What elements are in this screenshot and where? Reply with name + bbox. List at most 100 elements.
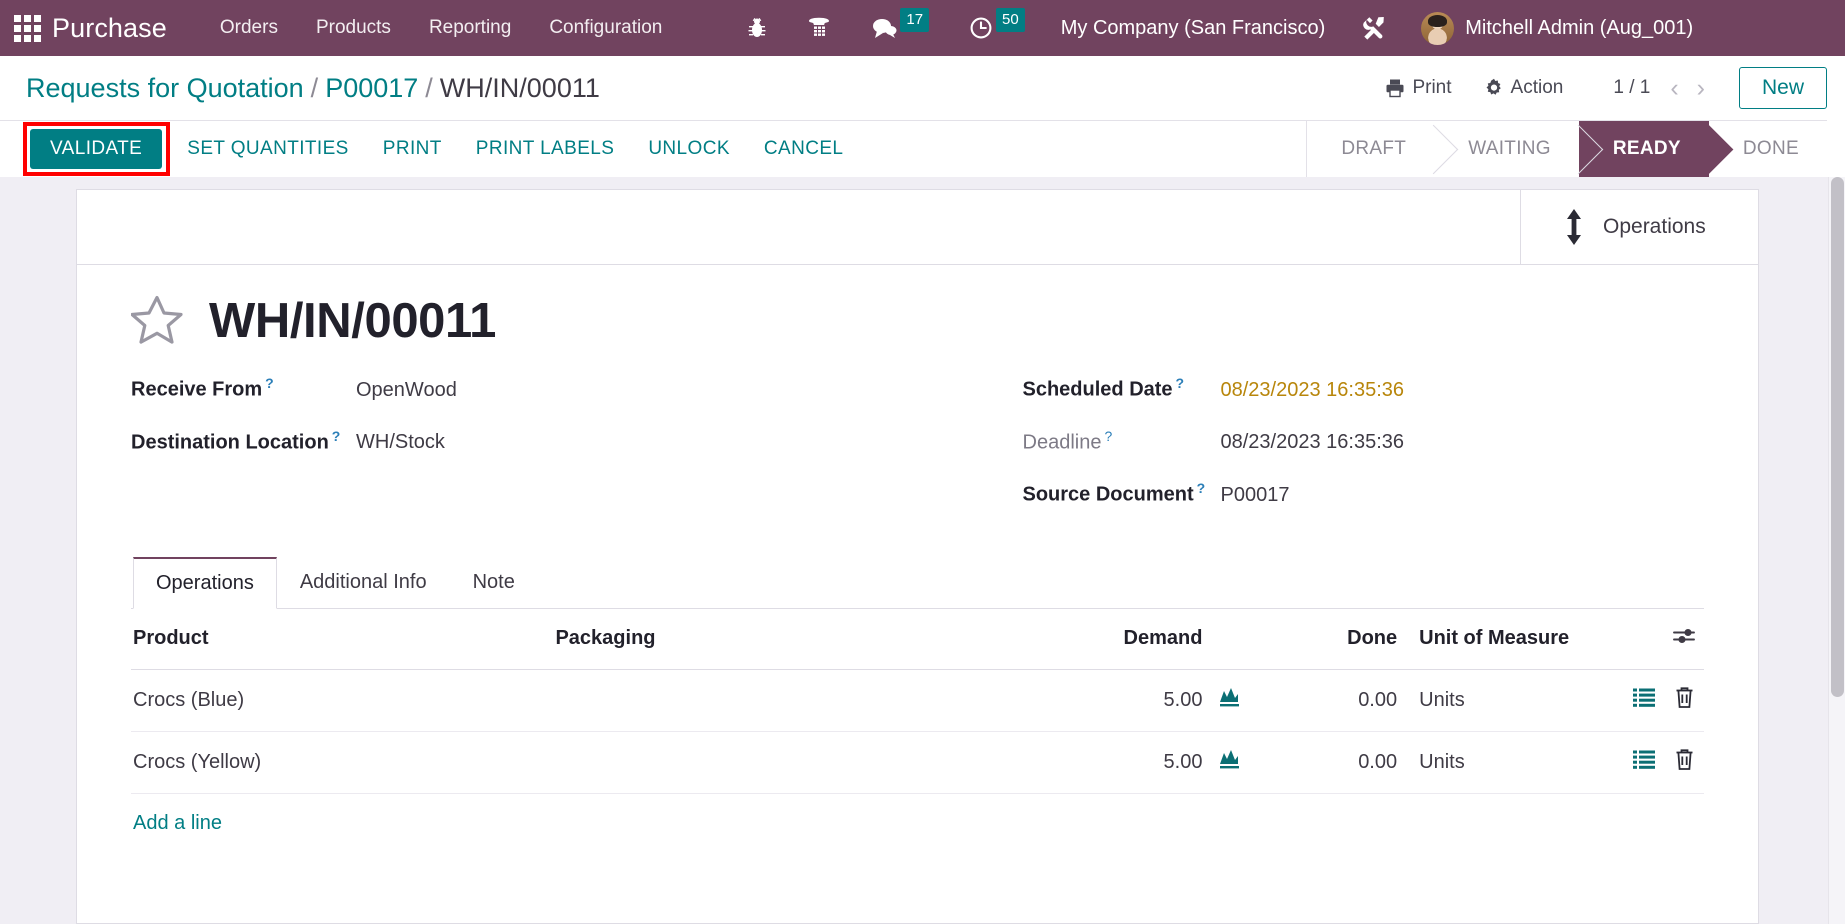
nav-item-configuration[interactable]: Configuration [530, 0, 681, 56]
cell-demand[interactable]: 5.00 [963, 669, 1211, 732]
print-action-button[interactable]: PRINT [366, 129, 459, 169]
user-menu[interactable]: Mitchell Admin (Aug_001) [1407, 11, 1693, 45]
cell-demand[interactable]: 5.00 [963, 731, 1211, 794]
print-button[interactable]: Print [1369, 71, 1467, 105]
scrollbar-thumb[interactable] [1831, 177, 1844, 697]
breadcrumb-root[interactable]: Requests for Quotation [26, 73, 304, 103]
gear-icon [1486, 78, 1501, 95]
pager-value[interactable]: 1 / 1 [1603, 77, 1660, 99]
help-tooltip-icon[interactable]: ? [1176, 375, 1185, 391]
vertical-scrollbar[interactable] [1828, 177, 1845, 924]
help-tooltip-icon[interactable]: ? [1197, 480, 1206, 496]
nav-item-products[interactable]: Products [297, 0, 410, 56]
chat-bubble-icon [873, 19, 897, 38]
trash-icon[interactable] [1674, 748, 1695, 771]
apps-grid-icon[interactable] [12, 13, 42, 43]
cell-delete-action[interactable] [1664, 731, 1704, 794]
cell-forecast[interactable] [1210, 669, 1251, 732]
cell-done[interactable]: 0.00 [1250, 669, 1406, 732]
cell-packaging[interactable] [547, 731, 964, 794]
dialpad-icon[interactable] [787, 0, 851, 56]
cell-packaging[interactable] [547, 669, 964, 732]
smart-button-bar: Operations [77, 190, 1758, 265]
action-button-bar: VALIDATE SET QUANTITIES PRINT PRINT LABE… [0, 120, 1827, 177]
trash-icon[interactable] [1674, 686, 1695, 709]
form-sheet-body: WH/IN/00011 Receive From? OpenWood Desti… [77, 265, 1758, 853]
printer-icon [1386, 79, 1404, 98]
tab-note[interactable]: Note [450, 557, 538, 609]
breadcrumb-separator: / [310, 72, 319, 103]
validate-button[interactable]: VALIDATE [30, 129, 163, 169]
operations-table-head: Product Packaging Demand Done Unit of Me… [131, 608, 1704, 670]
page-title: WH/IN/00011 [209, 294, 497, 348]
app-brand-purchase[interactable]: Purchase [52, 13, 167, 44]
help-tooltip-icon[interactable]: ? [265, 375, 274, 391]
field-receive-from: Receive From? OpenWood [131, 375, 918, 402]
new-button[interactable]: New [1738, 67, 1827, 109]
table-header-row: Product Packaging Demand Done Unit of Me… [131, 608, 1704, 670]
tab-operations[interactable]: Operations [133, 556, 277, 609]
list-icon[interactable] [1632, 687, 1656, 708]
status-stage-draft[interactable]: DRAFT [1307, 121, 1435, 177]
smart-button-operations[interactable]: Operations [1520, 190, 1758, 264]
cell-product[interactable]: Crocs (Blue) [131, 669, 548, 732]
help-tooltip-icon[interactable]: ? [1104, 428, 1112, 444]
cancel-button[interactable]: CANCEL [747, 129, 860, 169]
chevron-left-icon[interactable]: ‹ [1662, 75, 1686, 101]
field-destination-location-label: Destination Location? [131, 427, 341, 454]
top-navbar: Purchase Orders Products Reporting Confi… [0, 0, 1845, 56]
control-panel-top: Requests for Quotation / P00017/WH/IN/0001… [0, 56, 1827, 120]
print-labels-button[interactable]: PRINT LABELS [459, 129, 632, 169]
smart-button-operations-label: Operations [1603, 215, 1706, 238]
list-icon[interactable] [1632, 749, 1656, 770]
set-quantities-button[interactable]: SET QUANTITIES [170, 129, 366, 169]
column-header-unit-of-measure: Unit of Measure [1405, 608, 1624, 670]
control-panel: Requests for Quotation / P00017/WH/IN/0001… [0, 56, 1845, 177]
column-header-forecast-spacer [1210, 608, 1251, 670]
forecast-chart-icon[interactable] [1218, 686, 1242, 708]
field-scheduled-date: Scheduled Date? 08/23/2023 16:35:36 [1023, 375, 1705, 402]
field-scheduled-date-value[interactable]: 08/23/2023 16:35:36 [1221, 379, 1405, 402]
help-tooltip-icon[interactable]: ? [332, 428, 341, 444]
messages-badge: 17 [900, 8, 930, 32]
clock-icon [970, 17, 992, 39]
cell-forecast[interactable] [1210, 731, 1251, 794]
activities-counter[interactable]: 50 [949, 0, 1045, 56]
cell-unit-of-measure[interactable]: Units [1405, 669, 1624, 732]
unlock-button[interactable]: UNLOCK [631, 129, 747, 169]
table-row[interactable]: Crocs (Yellow) 5.00 0.00 Units [131, 731, 1704, 794]
add-a-line-button[interactable]: Add a line [131, 794, 230, 853]
chevron-right-icon[interactable]: › [1689, 75, 1713, 101]
field-destination-location-value[interactable]: WH/Stock [356, 431, 445, 454]
table-row[interactable]: Crocs (Blue) 5.00 0.00 Units [131, 669, 1704, 732]
field-scheduled-date-label: Scheduled Date? [1022, 375, 1185, 401]
cell-done[interactable]: 0.00 [1250, 731, 1406, 794]
field-receive-from-value[interactable]: OpenWood [356, 379, 457, 402]
messages-counter[interactable]: 17 [851, 0, 949, 56]
cell-product[interactable]: Crocs (Yellow) [131, 731, 548, 794]
action-button-label: Action [1510, 77, 1564, 98]
sliders-icon[interactable] [1672, 626, 1696, 646]
breadcrumb-parent[interactable]: P00017 [325, 73, 418, 103]
optional-columns-button[interactable] [1664, 608, 1704, 670]
action-button[interactable]: Action [1468, 71, 1580, 105]
cell-unit-of-measure[interactable]: Units [1405, 731, 1624, 794]
nav-item-orders[interactable]: Orders [201, 0, 297, 56]
field-deadline: Deadline? 08/23/2023 16:35:36 [1023, 428, 1705, 455]
forecast-chart-icon[interactable] [1218, 748, 1242, 770]
nav-item-reporting[interactable]: Reporting [410, 0, 530, 56]
field-deadline-value[interactable]: 08/23/2023 16:35:36 [1221, 431, 1405, 454]
bug-icon[interactable] [727, 0, 787, 56]
statusbar: DRAFT WAITING READY DONE [1306, 121, 1827, 177]
cell-delete-action[interactable] [1664, 669, 1704, 732]
tab-additional-info[interactable]: Additional Info [277, 557, 450, 609]
avatar [1421, 11, 1455, 45]
cell-detail-action[interactable] [1624, 669, 1664, 732]
tools-icon[interactable] [1341, 0, 1407, 56]
star-icon[interactable] [130, 294, 183, 349]
field-source-document-value[interactable]: P00017 [1221, 484, 1290, 507]
operations-table-body: Crocs (Blue) 5.00 0.00 Units Crocs (Yell… [131, 669, 1704, 794]
cell-detail-action[interactable] [1624, 731, 1664, 794]
operations-table: Product Packaging Demand Done Unit of Me… [131, 608, 1704, 794]
company-switcher[interactable]: My Company (San Francisco) [1045, 17, 1342, 40]
